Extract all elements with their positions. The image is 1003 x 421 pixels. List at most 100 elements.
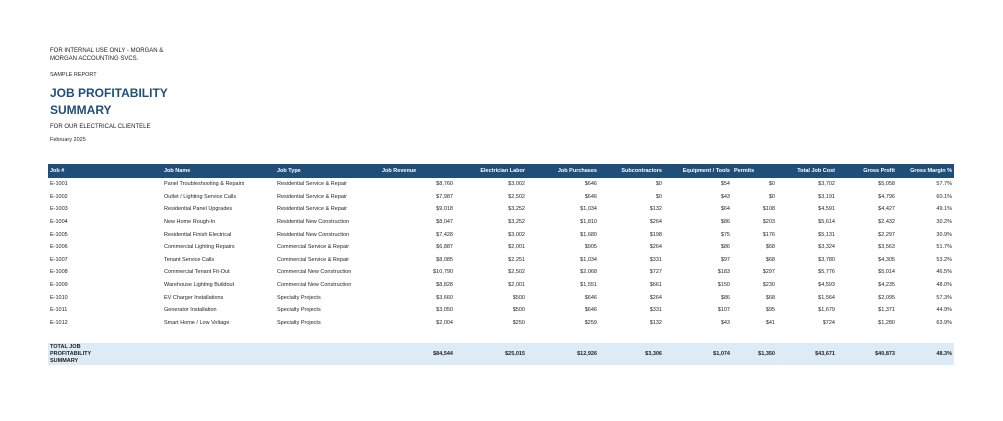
table-cell: EV Charger Installations	[164, 294, 224, 301]
table-cell: $264	[649, 219, 662, 226]
table-cell: $75	[720, 231, 730, 238]
column-header: Job Name	[164, 168, 191, 174]
table-cell: $5,614	[818, 219, 835, 226]
table-cell: $1,810	[580, 219, 597, 226]
table-cell: E-1005	[50, 231, 68, 238]
table-cell: $3,702	[818, 181, 835, 188]
table-cell: $7,428	[436, 231, 453, 238]
table-cell: 53.2%	[936, 256, 952, 263]
table-cell: $132	[649, 319, 662, 326]
table-cell: $5,058	[878, 181, 895, 188]
table-cell: 51.7%	[936, 244, 952, 251]
table-cell: $1,371	[878, 307, 895, 314]
table-cell: E-1008	[50, 269, 68, 276]
table-cell: $68	[765, 256, 775, 263]
table-cell: $3,002	[508, 181, 525, 188]
table-cell: Commercial Service & Repair	[277, 244, 350, 251]
table-cell: $1,564	[818, 294, 835, 301]
table-row: E-1001 Panel Troubleshooting & Repairs Res…	[48, 178, 954, 191]
sample-report-label: SAMPLE REPORT	[50, 72, 97, 78]
table-cell: $86	[720, 244, 730, 251]
table-cell: $9,018	[436, 206, 453, 213]
table-cell: E-1012	[50, 319, 68, 326]
table-header-row: Job # Job Name Job Type Job Revenue Elec…	[48, 164, 954, 178]
table-cell: New Home Rough-In	[164, 219, 216, 226]
table-cell: $2,502	[508, 269, 525, 276]
column-header: Subcontractors	[621, 168, 662, 174]
table-cell: $3,252	[508, 219, 525, 226]
table-cell: $86	[720, 219, 730, 226]
table-cell: $905	[584, 244, 597, 251]
table-cell: Generator Installation	[164, 307, 217, 314]
table-cell: $203	[762, 219, 775, 226]
table-cell: $0	[655, 181, 662, 188]
table-cell: $68	[765, 244, 775, 251]
table-cell: $107	[717, 307, 730, 314]
table-cell: $2,432	[878, 219, 895, 226]
table-cell: $5,131	[818, 231, 835, 238]
table-cell: $3,660	[436, 294, 453, 301]
table-cell: $1,034	[580, 206, 597, 213]
total-cell: $12,926	[577, 351, 597, 358]
table-cell: $2,251	[508, 256, 525, 263]
table-cell: $1,034	[580, 256, 597, 263]
table-cell: $3,191	[818, 193, 835, 200]
table-cell: Warehouse Lighting Buildout	[164, 282, 235, 289]
table-row: E-1004 New Home Rough-In Residential New C…	[48, 216, 954, 229]
table-row: E-1011 Generator Installation Specialty Pr…	[48, 304, 954, 317]
table-row: E-1008 Commercial Tenant Fit-Out Commercia…	[48, 266, 954, 279]
table-cell: $3,563	[878, 244, 895, 251]
table-cell: Outlet / Lighting Service Calls	[164, 193, 237, 200]
column-header: Gross Margin %	[910, 168, 952, 174]
table-cell: 30.2%	[936, 219, 952, 226]
table-cell: Smart Home / Low Voltage	[164, 319, 230, 326]
table-cell: $4,591	[818, 206, 835, 213]
column-header: Total Job Cost	[797, 168, 835, 174]
column-header: Job Revenue	[382, 168, 417, 174]
table-cell: $646	[584, 193, 597, 200]
total-cell: $1,350	[758, 351, 775, 358]
table-cell: $41	[765, 319, 775, 326]
report-subtitle: FOR OUR ELECTRICAL CLIENTELE	[50, 124, 151, 130]
internal-use-note: FOR INTERNAL USE ONLY - MORGAN & MORGAN …	[50, 48, 164, 62]
table-cell: $183	[717, 269, 730, 276]
table-cell: $150	[717, 282, 730, 289]
table-cell: $108	[762, 206, 775, 213]
table-cell: $2,004	[436, 319, 453, 326]
table-cell: $10,790	[433, 269, 453, 276]
table-cell: 57.3%	[936, 294, 952, 301]
table-cell: Residential Service & Repair	[277, 181, 348, 188]
table-cell: $8,828	[436, 282, 453, 289]
total-label: TOTAL JOB PROFITABILITY SUMMARY	[50, 343, 92, 364]
table-cell: 30.9%	[936, 231, 952, 238]
table-cell: $6,887	[436, 244, 453, 251]
table-cell: E-1001	[50, 181, 68, 188]
table-cell: $2,068	[580, 269, 597, 276]
table-row: E-1003 Residential Panel Upgrades Resident…	[48, 203, 954, 216]
table-cell: Residential New Construction	[277, 219, 350, 226]
table-cell: $646	[584, 294, 597, 301]
table-cell: Specialty Projects	[277, 307, 321, 314]
table-cell: Specialty Projects	[277, 294, 321, 301]
table-cell: 57.7%	[936, 181, 952, 188]
table-cell: Commercial Lighting Repairs	[164, 244, 235, 251]
total-cell: $84,544	[433, 351, 453, 358]
table-cell: $4,593	[818, 282, 835, 289]
table-cell: Tenant Service Calls	[164, 256, 215, 263]
table-cell: $2,001	[508, 282, 525, 289]
table-cell: 60.1%	[936, 193, 952, 200]
table-cell: 46.5%	[936, 269, 952, 276]
table-cell: Residential Service & Repair	[277, 206, 348, 213]
table-cell: $646	[584, 181, 597, 188]
table-cell: Commercial New Construction	[277, 282, 352, 289]
table-cell: $264	[649, 244, 662, 251]
column-header: Equipment / Tools	[682, 168, 730, 174]
table-cell: $0	[768, 181, 775, 188]
table-cell: $331	[649, 256, 662, 263]
table-cell: 48.0%	[936, 282, 952, 289]
table-cell: $86	[720, 294, 730, 301]
table-cell: $331	[649, 307, 662, 314]
table-cell: $132	[649, 206, 662, 213]
total-cell: 48.3%	[936, 351, 952, 358]
table-cell: $230	[762, 282, 775, 289]
